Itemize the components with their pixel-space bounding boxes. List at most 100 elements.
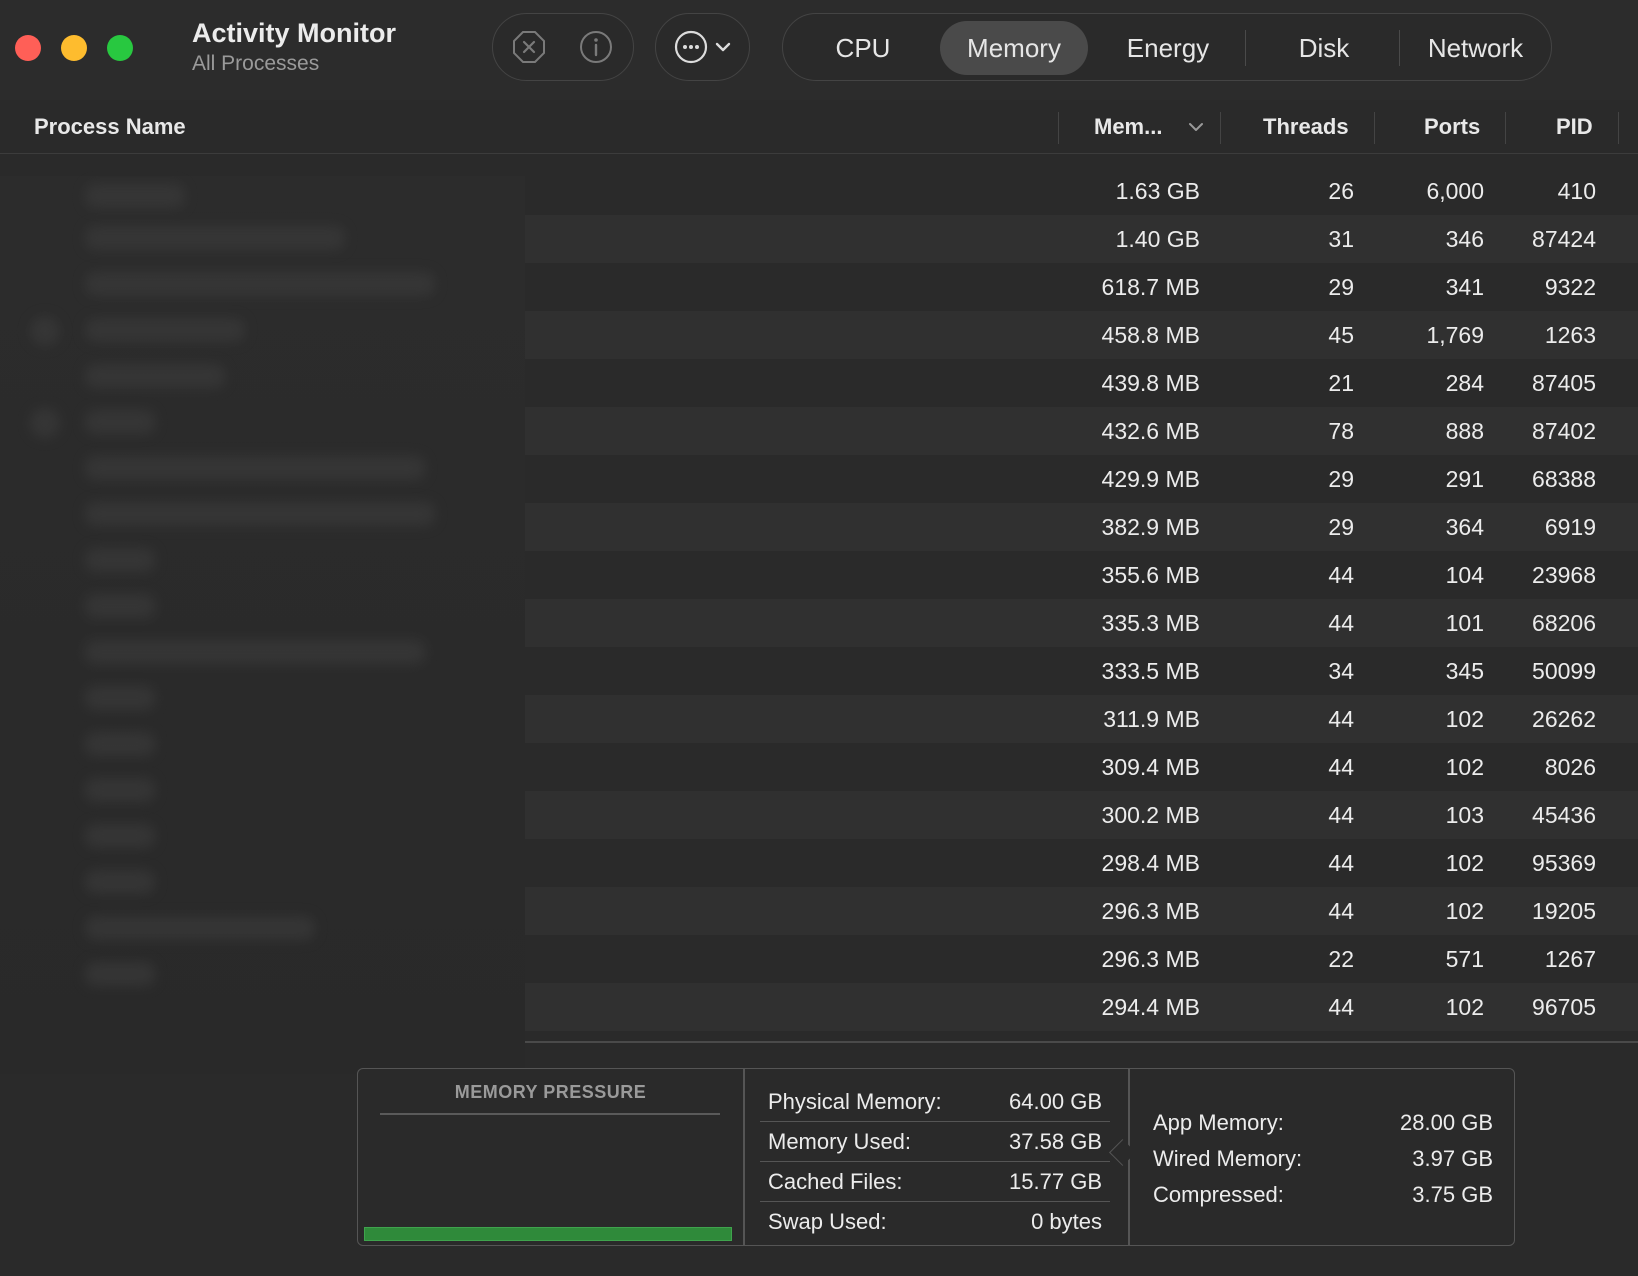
column-memory[interactable]: Mem...	[1094, 100, 1162, 154]
cached-files-stat: Cached Files: 15.77 GB	[760, 1161, 1110, 1202]
ports-cell: 571	[1445, 946, 1484, 972]
threads-cell: 34	[1328, 658, 1354, 684]
memory-cell: 300.2 MB	[1101, 802, 1200, 828]
threads-cell: 44	[1328, 898, 1354, 924]
zoom-window-button[interactable]	[107, 35, 133, 61]
column-divider	[1505, 112, 1506, 144]
column-pid[interactable]: PID	[1556, 100, 1593, 154]
table-header: Process Name Mem... Threads Ports PID	[0, 100, 1638, 154]
ports-cell: 102	[1445, 994, 1484, 1020]
compressed-value: 3.75 GB	[1412, 1182, 1493, 1207]
threads-cell: 45	[1328, 322, 1354, 348]
tab-divider	[1399, 30, 1400, 66]
info-icon	[580, 31, 612, 63]
ports-cell: 102	[1445, 754, 1484, 780]
threads-cell: 44	[1328, 802, 1354, 828]
memory-cell: 296.3 MB	[1101, 898, 1200, 924]
threads-cell: 22	[1328, 946, 1354, 972]
pid-cell: 1267	[1544, 946, 1596, 972]
memory-cell: 432.6 MB	[1101, 418, 1200, 444]
app-memory-value: 28.00 GB	[1400, 1110, 1493, 1135]
memory-cell: 311.9 MB	[1103, 706, 1200, 732]
threads-cell: 44	[1328, 562, 1354, 588]
tab-disk[interactable]: Disk	[1253, 21, 1395, 75]
memory-used-label: Memory Used:	[768, 1129, 912, 1154]
column-divider	[1058, 112, 1059, 144]
stop-process-icon	[513, 31, 545, 63]
tab-energy[interactable]: Energy	[1098, 21, 1238, 75]
memory-cell: 439.8 MB	[1101, 370, 1200, 396]
memory-cell: 294.4 MB	[1101, 994, 1200, 1020]
pid-cell: 87402	[1532, 418, 1596, 444]
ports-cell: 102	[1445, 706, 1484, 732]
column-ports[interactable]: Ports	[1424, 100, 1480, 154]
tab-memory[interactable]: Memory	[940, 21, 1088, 75]
memory-stats-panel: MEMORY PRESSURE Physical Memory: 64.00 G…	[357, 1068, 1515, 1246]
ports-cell: 6,000	[1426, 178, 1484, 204]
sort-chevron-icon[interactable]	[1186, 100, 1208, 154]
threads-cell: 26	[1328, 178, 1354, 204]
more-options-icon	[674, 30, 708, 64]
pid-cell: 6919	[1544, 514, 1596, 540]
more-options-button[interactable]	[655, 13, 750, 81]
app-memory-stat: App Memory: 28.00 GB	[1153, 1110, 1493, 1146]
detail-pointer	[1109, 1139, 1136, 1166]
memory-cell: 298.4 MB	[1101, 850, 1200, 876]
column-divider	[1220, 112, 1221, 144]
activity-monitor-window: Activity Monitor All Processes CPU Memor…	[0, 0, 1638, 1276]
ports-cell: 103	[1445, 802, 1484, 828]
process-actions-group	[492, 13, 634, 81]
cached-files-value: 15.77 GB	[1009, 1169, 1102, 1194]
threads-cell: 78	[1328, 418, 1354, 444]
threads-cell: 44	[1328, 850, 1354, 876]
pid-cell: 19205	[1532, 898, 1596, 924]
ports-cell: 291	[1445, 466, 1484, 492]
ports-cell: 364	[1445, 514, 1484, 540]
ports-cell: 345	[1445, 658, 1484, 684]
threads-cell: 44	[1328, 610, 1354, 636]
minimize-window-button[interactable]	[61, 35, 87, 61]
ports-cell: 341	[1445, 274, 1484, 300]
swap-used-stat: Swap Used: 0 bytes	[760, 1201, 1110, 1241]
tab-divider	[1245, 30, 1246, 66]
threads-cell: 29	[1328, 274, 1354, 300]
memory-used-stat[interactable]: Memory Used: 37.58 GB	[760, 1121, 1110, 1162]
stop-process-button[interactable]	[512, 30, 546, 64]
memory-cell: 355.6 MB	[1101, 562, 1200, 588]
wired-memory-stat: Wired Memory: 3.97 GB	[1153, 1146, 1493, 1182]
category-tabs: CPU Memory Energy Disk Network	[782, 13, 1552, 81]
ports-cell: 888	[1445, 418, 1484, 444]
wired-memory-label: Wired Memory:	[1153, 1146, 1303, 1171]
pid-cell: 410	[1557, 178, 1596, 204]
physical-memory-label: Physical Memory:	[768, 1089, 942, 1114]
physical-memory-value: 64.00 GB	[1009, 1089, 1102, 1114]
ports-cell: 102	[1445, 898, 1484, 924]
app-subtitle[interactable]: All Processes	[192, 52, 319, 76]
threads-cell: 44	[1328, 706, 1354, 732]
threads-cell: 44	[1328, 994, 1354, 1020]
swap-used-label: Swap Used:	[768, 1209, 887, 1234]
memory-cell: 382.9 MB	[1101, 514, 1200, 540]
tab-cpu[interactable]: CPU	[803, 21, 923, 75]
table-divider	[525, 1041, 1638, 1043]
column-divider	[1618, 112, 1619, 144]
ports-cell: 101	[1445, 610, 1484, 636]
pid-cell: 95369	[1532, 850, 1596, 876]
memory-pressure-graph	[364, 1227, 732, 1241]
ports-cell: 1,769	[1426, 322, 1484, 348]
ports-cell: 346	[1445, 226, 1484, 252]
threads-cell: 44	[1328, 754, 1354, 780]
app-title: Activity Monitor	[192, 18, 397, 48]
column-process-name[interactable]: Process Name	[34, 100, 186, 154]
memory-used-value: 37.58 GB	[1009, 1129, 1102, 1154]
inspect-process-button[interactable]	[579, 30, 613, 64]
tab-network[interactable]: Network	[1403, 21, 1548, 75]
app-memory-label: App Memory:	[1153, 1110, 1284, 1135]
ports-cell: 284	[1445, 370, 1484, 396]
pid-cell: 87405	[1532, 370, 1596, 396]
chevron-down-icon	[714, 30, 732, 64]
close-window-button[interactable]	[15, 35, 41, 61]
column-threads[interactable]: Threads	[1263, 100, 1349, 154]
memory-cell: 1.63 GB	[1115, 178, 1200, 204]
memory-cell: 309.4 MB	[1101, 754, 1200, 780]
